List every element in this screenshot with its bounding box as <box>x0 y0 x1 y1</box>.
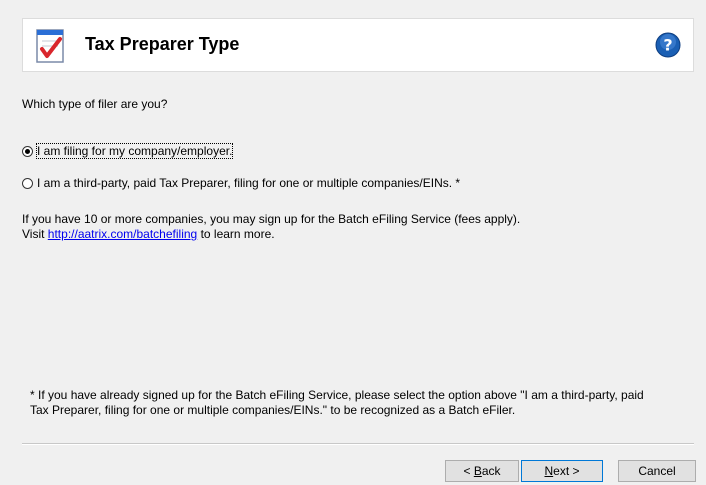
header-banner: Tax Preparer Type ? <box>22 18 694 72</box>
batch-efiling-link[interactable]: http://aatrix.com/batchefiling <box>48 227 197 241</box>
footer-separator <box>22 443 694 445</box>
option-third-party-preparer[interactable]: I am a third-party, paid Tax Preparer, f… <box>22 176 460 190</box>
learn-more-text: to learn more. <box>200 227 275 241</box>
back-button[interactable]: < Back <box>445 460 519 482</box>
next-button[interactable]: Next > <box>521 460 603 482</box>
back-button-prefix: < <box>463 464 474 478</box>
checklist-icon <box>36 29 64 63</box>
svg-text:?: ? <box>663 36 672 55</box>
batch-info-text: If you have 10 or more companies, you ma… <box>22 212 521 226</box>
next-button-accelerator: N <box>544 464 554 478</box>
batch-info-visit-line: Visit http://aatrix.com/batchefiling to … <box>22 227 520 242</box>
option-company-employer[interactable]: I am filing for my company/employer. <box>22 143 234 159</box>
visit-text: Visit <box>22 227 45 241</box>
batch-efiling-info: If you have 10 or more companies, you ma… <box>22 212 520 242</box>
back-button-label: ack <box>481 464 501 478</box>
tax-preparer-dialog: Tax Preparer Type ? Which type of filer … <box>0 0 706 485</box>
footnote-line-2: Tax Preparer, filing for one or multiple… <box>30 403 516 417</box>
page-title: Tax Preparer Type <box>85 34 240 54</box>
cancel-button[interactable]: Cancel <box>618 460 696 482</box>
option-third-party-preparer-label[interactable]: I am a third-party, paid Tax Preparer, f… <box>37 176 460 190</box>
filer-question: Which type of filer are you? <box>22 97 168 111</box>
footnote-line-1: * If you have already signed up for the … <box>30 388 644 402</box>
back-button-accelerator: B <box>473 464 482 478</box>
batch-efiler-footnote: * If you have already signed up for the … <box>30 388 680 418</box>
option-company-employer-label[interactable]: I am filing for my company/employer. <box>35 143 234 159</box>
radio-company-employer[interactable] <box>22 145 33 157</box>
radio-third-party-preparer[interactable] <box>22 177 33 189</box>
help-icon[interactable]: ? <box>655 32 681 58</box>
next-button-label: ext > <box>553 464 580 478</box>
